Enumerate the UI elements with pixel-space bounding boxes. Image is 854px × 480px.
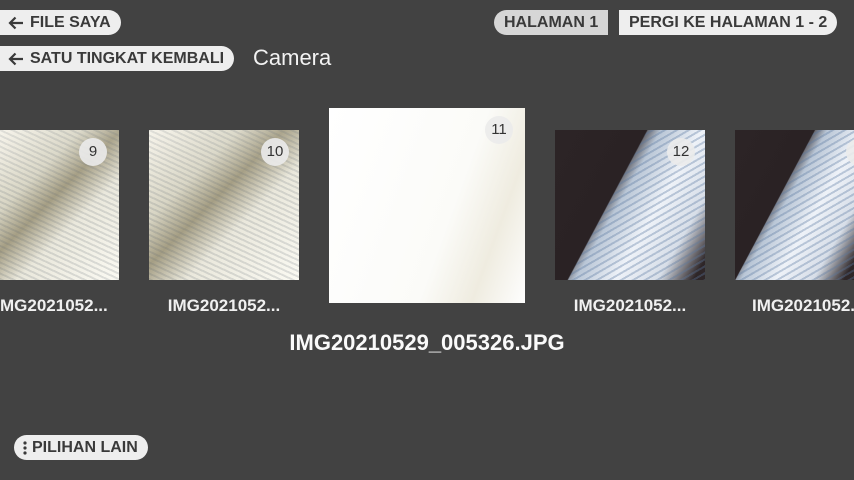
go-to-page-button[interactable]: PERGI KE HALAMAN 1 - 2: [619, 10, 838, 35]
thumbnail-caption: IMG2021052...: [573, 296, 687, 315]
thumbnail-number: 12: [667, 138, 695, 166]
thumbnail-number: 1: [846, 138, 854, 166]
thumbnail-number: 10: [261, 138, 289, 166]
thumbnail-12[interactable]: 12: [555, 130, 705, 280]
more-options-label: PILIHAN LAIN: [32, 439, 138, 456]
my-files-label: FILE SAYA: [30, 14, 111, 31]
arrow-left-icon: [8, 16, 24, 30]
thumbnail-13[interactable]: 1: [735, 130, 854, 280]
thumbnail-number: 11: [485, 116, 513, 144]
up-one-level-button[interactable]: SATU TINGKAT KEMBALI: [0, 46, 235, 71]
thumbnail-11-selected[interactable]: 11: [329, 108, 525, 303]
thumbnail-10[interactable]: 10: [149, 130, 299, 280]
thumbnail-caption: MG2021052...: [0, 296, 108, 315]
my-files-button[interactable]: FILE SAYA: [0, 10, 121, 35]
thumbnail-9[interactable]: 9: [0, 130, 119, 280]
more-options-button[interactable]: PILIHAN LAIN: [14, 435, 148, 460]
selected-filename: IMG20210529_005326.JPG: [289, 330, 565, 355]
page-indicator-label: HALAMAN 1: [504, 14, 599, 31]
arrow-left-icon: [8, 52, 24, 66]
go-to-page-label: PERGI KE HALAMAN 1 - 2: [629, 14, 828, 31]
page-indicator: HALAMAN 1: [494, 10, 609, 35]
thumbnail-caption: IMG2021052...: [167, 296, 281, 315]
thumbnail-caption: IMG2021052...: [752, 296, 854, 315]
up-one-level-label: SATU TINGKAT KEMBALI: [30, 50, 225, 67]
more-vertical-icon: [22, 440, 28, 455]
folder-name: Camera: [253, 45, 332, 70]
thumbnail-number: 9: [79, 138, 107, 166]
